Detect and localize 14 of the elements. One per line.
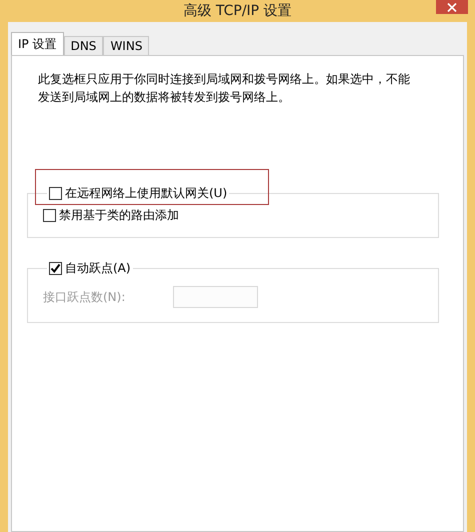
checkbox-label[interactable]: 自动跃点(A) <box>65 260 131 276</box>
checkbox-label[interactable]: 禁用基于类的路由添加 <box>59 207 179 223</box>
field-label: 接口跃点数(N): <box>43 288 126 306</box>
tab[interactable]: IP 设置 <box>11 32 64 55</box>
window-title: 高级 TCP/IP 设置 <box>183 2 292 20</box>
close-button[interactable] <box>436 0 468 14</box>
tab[interactable]: WINS <box>103 36 150 55</box>
checkbox[interactable] <box>49 186 62 200</box>
description-text: 此复选框只应用于你同时连接到局域网和拨号网络上。如果选中，不能发送到局域网上的数据将被转发到拨号网络上。 <box>38 71 411 106</box>
close-icon <box>447 2 457 12</box>
tab[interactable]: DNS <box>64 36 104 55</box>
checkbox-label[interactable]: 在远程网络上使用默认网关(U) <box>65 185 228 201</box>
checkbox[interactable] <box>43 208 56 222</box>
checkbox[interactable] <box>49 262 62 274</box>
